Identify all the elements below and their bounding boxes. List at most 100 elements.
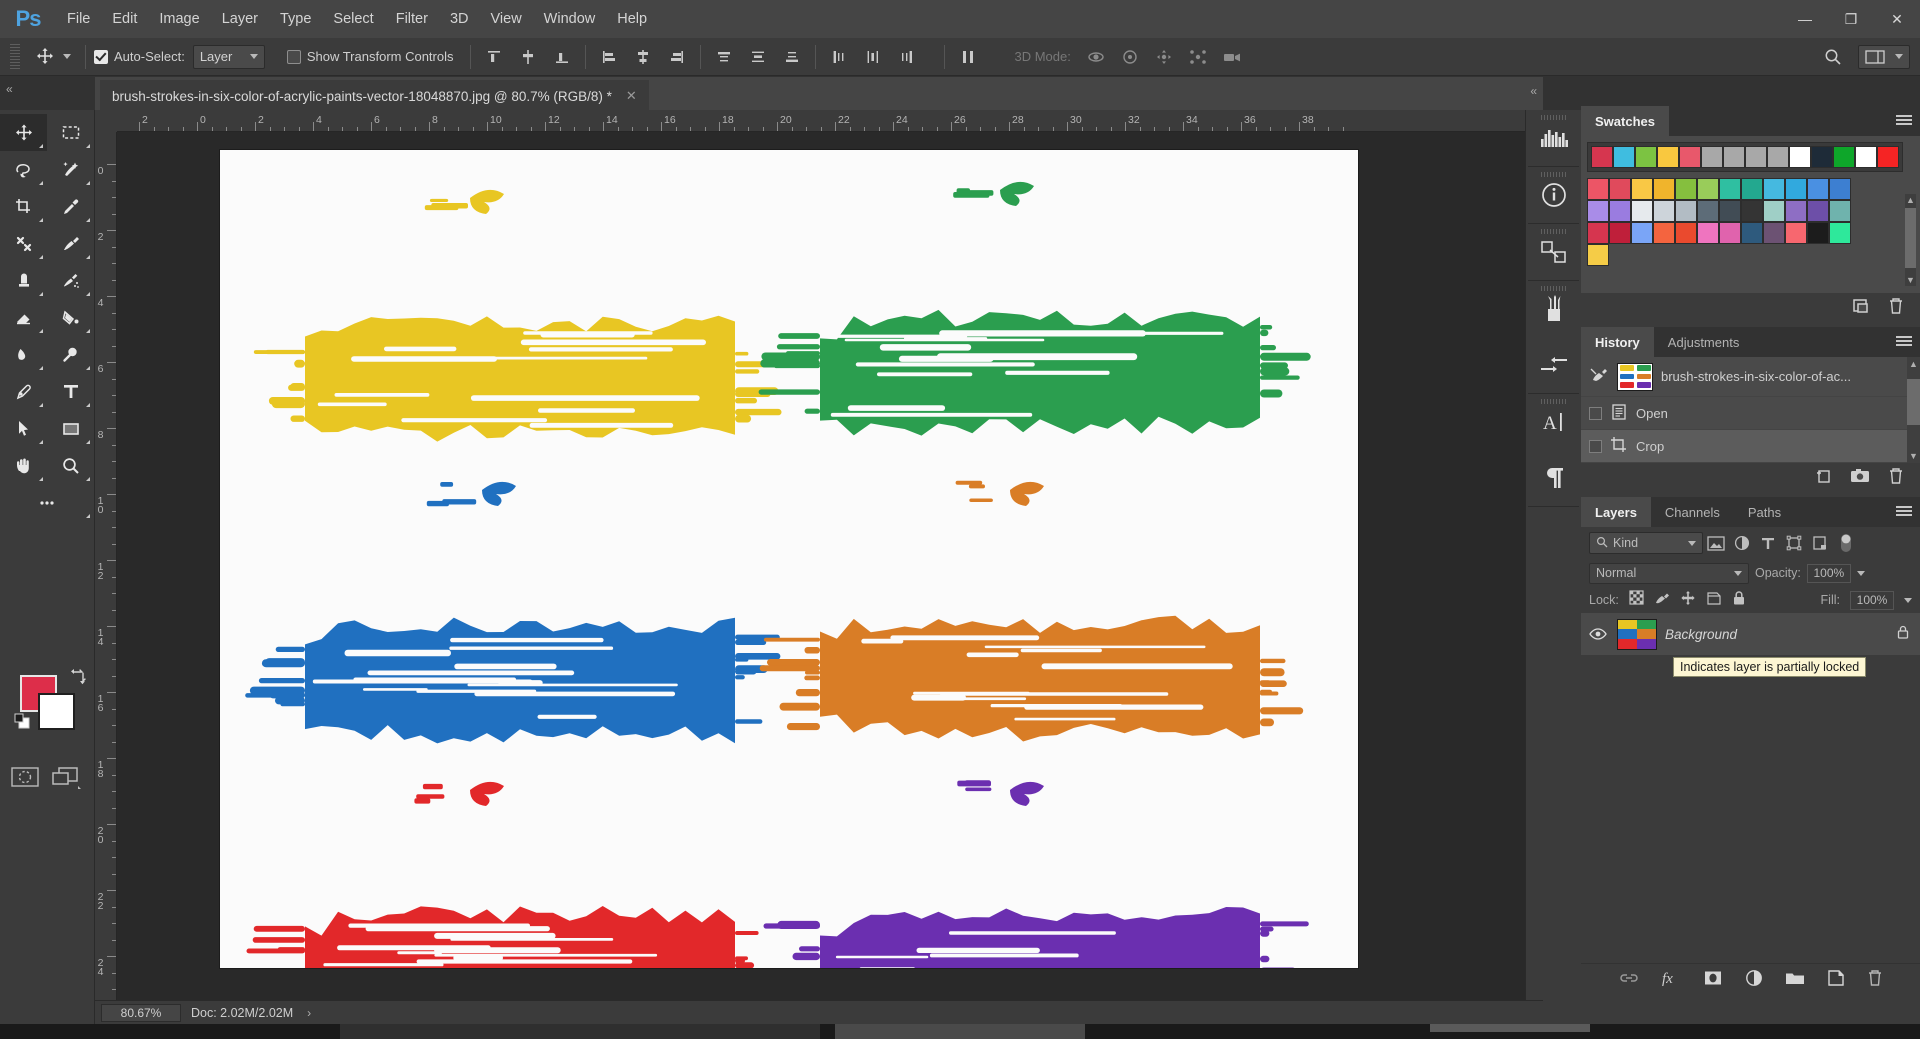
color-swatch[interactable] — [1785, 178, 1807, 200]
workspace-switcher[interactable] — [1858, 44, 1910, 69]
auto-select-checkbox[interactable] — [94, 49, 108, 64]
recent-swatch[interactable] — [1833, 146, 1855, 168]
history-state-checkbox[interactable] — [1589, 406, 1602, 420]
create-document-from-state-icon[interactable] — [1814, 467, 1832, 490]
color-swatch[interactable] — [1609, 222, 1631, 244]
distribute-top-button[interactable] — [709, 44, 739, 70]
recent-swatch[interactable] — [1657, 146, 1679, 168]
color-swatch[interactable] — [1807, 200, 1829, 222]
lock-all-icon[interactable] — [1732, 590, 1746, 611]
color-swatch[interactable] — [1697, 222, 1719, 244]
auto-select-target-dropdown[interactable]: Layer — [192, 44, 265, 69]
panel-menu-icon[interactable] — [1896, 115, 1912, 127]
blend-mode-dropdown[interactable]: Normal — [1589, 562, 1749, 584]
zoom-level-field[interactable]: 80.67% — [101, 1003, 181, 1022]
scrollbar-thumb[interactable] — [1907, 379, 1920, 425]
recent-swatch[interactable] — [1789, 146, 1811, 168]
tab-swatches[interactable]: Swatches — [1581, 106, 1669, 136]
align-left-edges-button[interactable] — [594, 44, 624, 70]
tab-paths[interactable]: Paths — [1734, 497, 1795, 527]
lasso-tool[interactable] — [0, 151, 47, 188]
document-tab[interactable]: brush-strokes-in-six-color-of-acrylic-pa… — [100, 80, 649, 110]
search-icon[interactable] — [1818, 44, 1848, 70]
history-state-crop[interactable]: Crop — [1581, 430, 1920, 463]
align-bottom-edges-button[interactable] — [547, 44, 577, 70]
spot-healing-brush-tool[interactable] — [0, 225, 47, 262]
history-state-checkbox[interactable] — [1589, 439, 1602, 453]
color-swatch[interactable] — [1741, 178, 1763, 200]
recent-swatch[interactable] — [1745, 146, 1767, 168]
color-swatch[interactable] — [1807, 222, 1829, 244]
crop-tool[interactable] — [0, 188, 47, 225]
color-swatch[interactable] — [1829, 200, 1851, 222]
close-button[interactable]: ✕ — [1874, 0, 1920, 38]
brush-settings-icon[interactable] — [1526, 337, 1582, 393]
delete-state-icon[interactable] — [1888, 467, 1904, 490]
tab-history[interactable]: History — [1581, 327, 1654, 357]
menu-item-edit[interactable]: Edit — [101, 0, 148, 38]
horizontal-type-tool[interactable] — [47, 373, 94, 410]
distribute-bottom-button[interactable] — [777, 44, 807, 70]
menu-item-help[interactable]: Help — [606, 0, 658, 38]
panel-menu-icon[interactable] — [1896, 336, 1912, 348]
color-swatch[interactable] — [1829, 178, 1851, 200]
zoom-tool[interactable] — [47, 447, 94, 484]
align-right-edges-button[interactable] — [662, 44, 692, 70]
menu-item-window[interactable]: Window — [533, 0, 607, 38]
color-swatch[interactable] — [1763, 200, 1785, 222]
layer-visibility-toggle[interactable] — [1587, 628, 1609, 640]
tab-adjustments[interactable]: Adjustments — [1654, 327, 1754, 357]
recent-swatch[interactable] — [1635, 146, 1657, 168]
character-icon[interactable]: A — [1526, 394, 1582, 450]
history-scrollbar[interactable]: ▲ ▼ — [1907, 357, 1920, 463]
quick-selection-tool[interactable] — [47, 151, 94, 188]
fill-chevron-down-icon[interactable] — [1904, 597, 1912, 603]
lock-transparent-pixels-icon[interactable] — [1629, 590, 1644, 610]
history-brush-tool[interactable] — [47, 262, 94, 299]
menu-item-layer[interactable]: Layer — [211, 0, 269, 38]
lock-position-icon[interactable] — [1680, 590, 1696, 611]
histogram-icon[interactable] — [1526, 110, 1582, 166]
options-bar-grip[interactable] — [10, 43, 20, 70]
menu-item-3d[interactable]: 3D — [439, 0, 480, 38]
3d-roll-icon[interactable] — [1115, 44, 1145, 70]
menu-item-filter[interactable]: Filter — [385, 0, 439, 38]
filter-pixel-icon[interactable] — [1703, 532, 1729, 554]
color-swatch[interactable] — [1785, 200, 1807, 222]
blur-tool[interactable] — [0, 336, 47, 373]
menu-item-select[interactable]: Select — [322, 0, 384, 38]
swap-colors-icon[interactable] — [70, 669, 88, 685]
paragraph-icon[interactable] — [1526, 450, 1582, 506]
color-swatch[interactable] — [1653, 200, 1675, 222]
swatches-scrollbar[interactable]: ▲ ▼ — [1905, 194, 1916, 286]
layer-comps-icon[interactable] — [1526, 224, 1582, 280]
collapse-panels-left-icon[interactable]: « — [6, 82, 13, 96]
eyedropper-tool[interactable] — [47, 188, 94, 225]
new-adjustment-layer-icon[interactable] — [1745, 969, 1763, 992]
artboard[interactable] — [220, 150, 1358, 1000]
horizontal-scrollbar[interactable] — [1430, 1024, 1590, 1032]
delete-layer-icon[interactable] — [1867, 969, 1883, 992]
3d-pan-icon[interactable] — [1149, 44, 1179, 70]
filter-type-icon[interactable] — [1755, 532, 1781, 554]
menu-item-image[interactable]: Image — [148, 0, 210, 38]
recent-swatch[interactable] — [1877, 146, 1899, 168]
color-swatch[interactable] — [1829, 222, 1851, 244]
recent-swatch[interactable] — [1767, 146, 1789, 168]
color-swatch[interactable] — [1631, 200, 1653, 222]
color-swatch[interactable] — [1609, 200, 1631, 222]
maximize-button[interactable]: ❐ — [1828, 0, 1874, 38]
quick-mask-mode-button[interactable] — [10, 765, 40, 789]
color-swatch[interactable] — [1675, 222, 1697, 244]
recent-swatch[interactable] — [1811, 146, 1833, 168]
color-swatch[interactable] — [1763, 178, 1785, 200]
tool-preset-caret[interactable] — [63, 54, 71, 59]
color-swatch[interactable] — [1719, 222, 1741, 244]
scroll-down-icon[interactable]: ▼ — [1906, 275, 1915, 285]
link-layers-icon[interactable] — [1619, 971, 1639, 990]
color-swatch[interactable] — [1785, 222, 1807, 244]
minimize-button[interactable]: — — [1782, 0, 1828, 38]
menu-item-type[interactable]: Type — [269, 0, 322, 38]
scroll-up-icon[interactable]: ▲ — [1909, 359, 1918, 369]
document-viewport[interactable] — [117, 132, 1543, 1000]
